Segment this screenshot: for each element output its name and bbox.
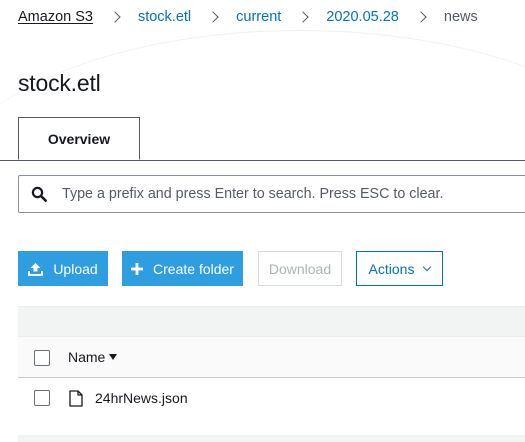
create-folder-button-label: Create folder bbox=[153, 260, 234, 277]
sort-descending-icon bbox=[109, 354, 118, 360]
download-button-label: Download bbox=[268, 260, 332, 277]
tab-overview[interactable]: Overview bbox=[18, 117, 140, 160]
page-title: stock.etl bbox=[18, 70, 101, 96]
breadcrumb-current-folder: news bbox=[443, 9, 478, 25]
breadcrumb-amazon-s3[interactable]: Amazon S3 bbox=[18, 9, 93, 25]
plus-icon bbox=[131, 262, 144, 275]
upload-icon bbox=[28, 262, 44, 276]
chevron-right-icon bbox=[297, 11, 309, 23]
file-name[interactable]: 24hrNews.json bbox=[95, 390, 188, 406]
upload-button[interactable]: Upload bbox=[18, 251, 108, 286]
table-row[interactable]: 24hrNews.json bbox=[18, 378, 525, 418]
row-checkbox[interactable] bbox=[34, 390, 50, 406]
chevron-right-icon bbox=[415, 11, 427, 23]
s3-browser-page: Amazon S3 stock.etl current 2020.05.28 n… bbox=[0, 0, 525, 442]
table-header: Name bbox=[18, 336, 525, 378]
chevron-right-icon bbox=[207, 11, 219, 23]
table-toolbar bbox=[18, 306, 525, 337]
download-button[interactable]: Download bbox=[258, 251, 342, 286]
column-header-name[interactable]: Name bbox=[68, 349, 118, 365]
search-box bbox=[18, 175, 525, 213]
create-folder-button[interactable]: Create folder bbox=[122, 251, 243, 286]
search-input[interactable] bbox=[62, 186, 482, 202]
chevron-right-icon bbox=[109, 11, 121, 23]
table-footer bbox=[18, 435, 525, 442]
breadcrumb-current[interactable]: current bbox=[236, 9, 281, 25]
select-all-checkbox[interactable] bbox=[34, 350, 50, 366]
chevron-down-icon bbox=[423, 262, 432, 271]
upload-button-label: Upload bbox=[53, 260, 98, 277]
tab-bar: Overview bbox=[0, 117, 525, 161]
actions-button[interactable]: Actions bbox=[356, 251, 443, 286]
breadcrumb: Amazon S3 stock.etl current 2020.05.28 n… bbox=[18, 7, 478, 27]
actions-button-label: Actions bbox=[368, 260, 415, 277]
breadcrumb-stock-etl[interactable]: stock.etl bbox=[138, 9, 191, 25]
breadcrumb-2020-05-28[interactable]: 2020.05.28 bbox=[326, 9, 399, 25]
file-icon bbox=[69, 390, 83, 407]
column-header-name-label: Name bbox=[68, 349, 106, 365]
search-icon bbox=[31, 186, 47, 202]
